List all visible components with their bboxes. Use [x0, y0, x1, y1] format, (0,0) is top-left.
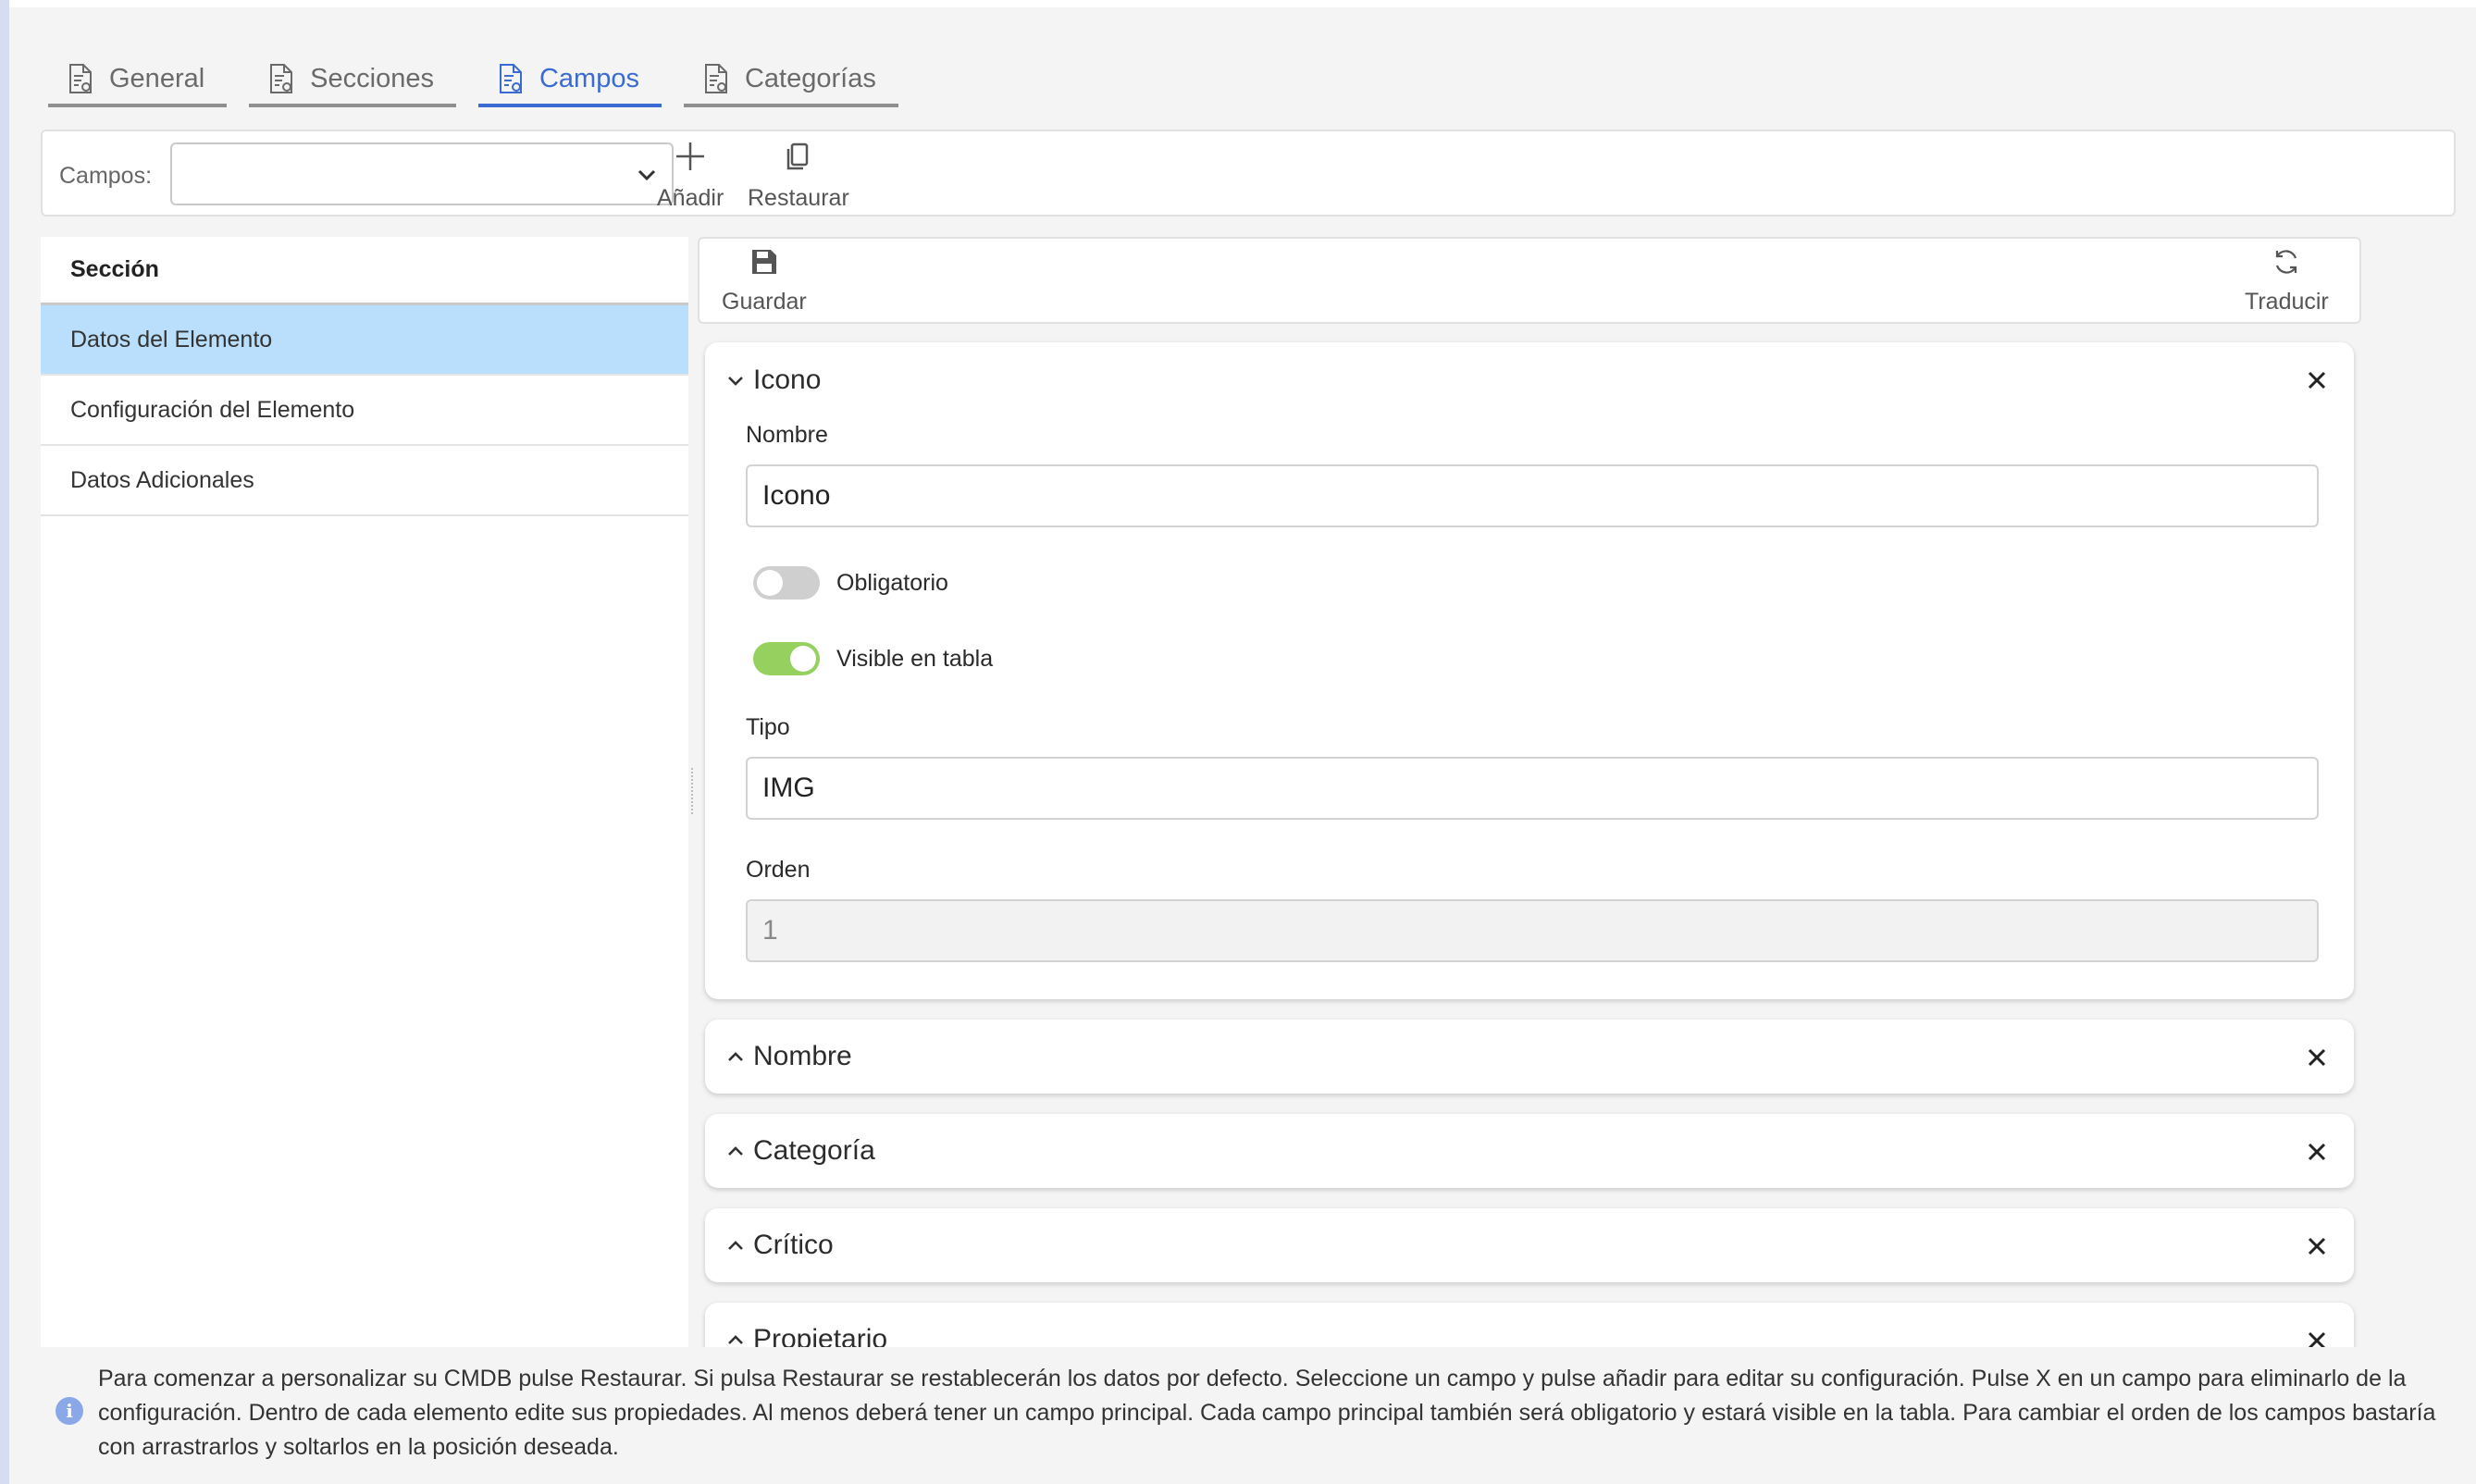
field-card-critico: Crítico	[705, 1208, 2354, 1282]
section-item-label: Datos Adicionales	[70, 466, 254, 493]
field-card-categoria: Categoría	[705, 1114, 2354, 1188]
type-field-label: Tipo	[746, 714, 790, 740]
field-card-header[interactable]: Crítico	[705, 1208, 2354, 1282]
field-card-title: Icono	[753, 365, 822, 395]
section-item-datos-adicionales[interactable]: Datos Adicionales	[41, 446, 688, 516]
left-accent-strip	[0, 0, 9, 1484]
campos-select[interactable]	[170, 142, 674, 205]
field-card-title: Crítico	[753, 1230, 834, 1260]
top-bar	[9, 0, 2476, 7]
campos-label: Campos:	[59, 163, 153, 189]
close-icon[interactable]	[2304, 367, 2330, 393]
field-card-header[interactable]: Icono	[705, 342, 2354, 418]
info-text: Para comenzar a personalizar su CMDB pul…	[98, 1366, 2436, 1460]
add-button[interactable]: Añadir	[657, 139, 724, 212]
close-icon[interactable]	[2304, 1328, 2330, 1347]
document-settings-icon	[270, 64, 293, 93]
chevron-up-icon	[728, 1335, 743, 1344]
save-button[interactable]: Guardar	[722, 246, 807, 315]
name-input[interactable]	[746, 464, 2319, 527]
chevron-up-icon	[728, 1146, 743, 1156]
order-input	[746, 899, 2319, 962]
field-card-title: Nombre	[753, 1041, 852, 1071]
tab-bar: General Secciones Campos Categorías	[48, 54, 898, 109]
field-card-icono: Icono Nombre Obligatorio Visible en tabl…	[705, 342, 2354, 999]
field-card-header[interactable]: Propietario	[705, 1303, 2354, 1347]
close-icon[interactable]	[2304, 1045, 2330, 1070]
copy-icon	[786, 142, 809, 170]
field-card-header[interactable]: Categoría	[705, 1114, 2354, 1188]
close-icon[interactable]	[2304, 1233, 2330, 1259]
section-header: Sección	[41, 237, 688, 305]
toggle-knob	[790, 646, 816, 672]
close-icon[interactable]	[2304, 1139, 2330, 1165]
visible-toggle-label: Visible en tabla	[836, 645, 994, 672]
chevron-up-icon	[728, 1241, 743, 1250]
field-card-header[interactable]: Nombre	[705, 1020, 2354, 1094]
fields-toolbar: Campos: Añadir Restaurar	[41, 130, 2456, 216]
document-settings-icon	[704, 64, 727, 93]
document-settings-icon	[499, 64, 522, 93]
restore-button-label: Restaurar	[748, 185, 849, 211]
floppy-disk-icon	[751, 250, 776, 274]
refresh-icon	[2276, 250, 2297, 274]
field-card-title: Categoría	[753, 1135, 875, 1166]
restore-button[interactable]: Restaurar	[748, 139, 849, 212]
info-icon: i	[56, 1397, 83, 1425]
tab-label: Campos	[539, 63, 639, 93]
required-toggle[interactable]	[753, 566, 820, 600]
fields-panel: Guardar Traducir Icono Nombre Obli	[698, 237, 2361, 1347]
tab-secciones[interactable]: Secciones	[249, 54, 456, 107]
tab-categorias[interactable]: Categorías	[683, 54, 898, 107]
tab-campos[interactable]: Campos	[477, 54, 662, 107]
section-item-configuracion-elemento[interactable]: Configuración del Elemento	[41, 376, 688, 446]
section-panel: Sección Datos del Elemento Configuración…	[41, 237, 688, 1347]
save-button-label: Guardar	[722, 289, 807, 315]
translate-button[interactable]: Traducir	[2245, 246, 2329, 315]
info-bar: i Para comenzar a personalizar su CMDB p…	[9, 1351, 2476, 1484]
order-field-label: Orden	[746, 857, 811, 883]
section-item-datos-elemento[interactable]: Datos del Elemento	[41, 305, 688, 376]
translate-button-label: Traducir	[2245, 289, 2329, 315]
panel-resize-handle[interactable]	[691, 768, 694, 814]
field-card-title: Propietario	[753, 1324, 888, 1347]
section-item-label: Configuración del Elemento	[70, 396, 355, 423]
tab-general[interactable]: General	[48, 54, 228, 107]
required-toggle-row[interactable]: Obligatorio	[753, 566, 948, 600]
add-button-label: Añadir	[657, 185, 724, 211]
tab-label: Secciones	[310, 63, 434, 93]
visible-toggle-row[interactable]: Visible en tabla	[753, 642, 993, 675]
document-settings-icon	[69, 64, 92, 93]
toggle-knob	[757, 570, 783, 596]
chevron-up-icon	[728, 1052, 743, 1061]
section-item-label: Datos del Elemento	[70, 326, 273, 352]
field-card-propietario: Propietario	[705, 1303, 2354, 1347]
name-field-label: Nombre	[746, 422, 828, 448]
plus-icon	[676, 142, 705, 170]
chevron-down-icon	[728, 377, 743, 386]
chevron-down-icon	[638, 169, 656, 181]
required-toggle-label: Obligatorio	[836, 569, 948, 596]
tab-label: Categorías	[744, 63, 876, 93]
fields-panel-toolbar: Guardar Traducir	[698, 237, 2361, 324]
type-input[interactable]	[746, 757, 2319, 820]
visible-in-table-toggle[interactable]	[753, 642, 820, 675]
tab-label: General	[109, 63, 205, 93]
field-card-nombre: Nombre	[705, 1020, 2354, 1094]
